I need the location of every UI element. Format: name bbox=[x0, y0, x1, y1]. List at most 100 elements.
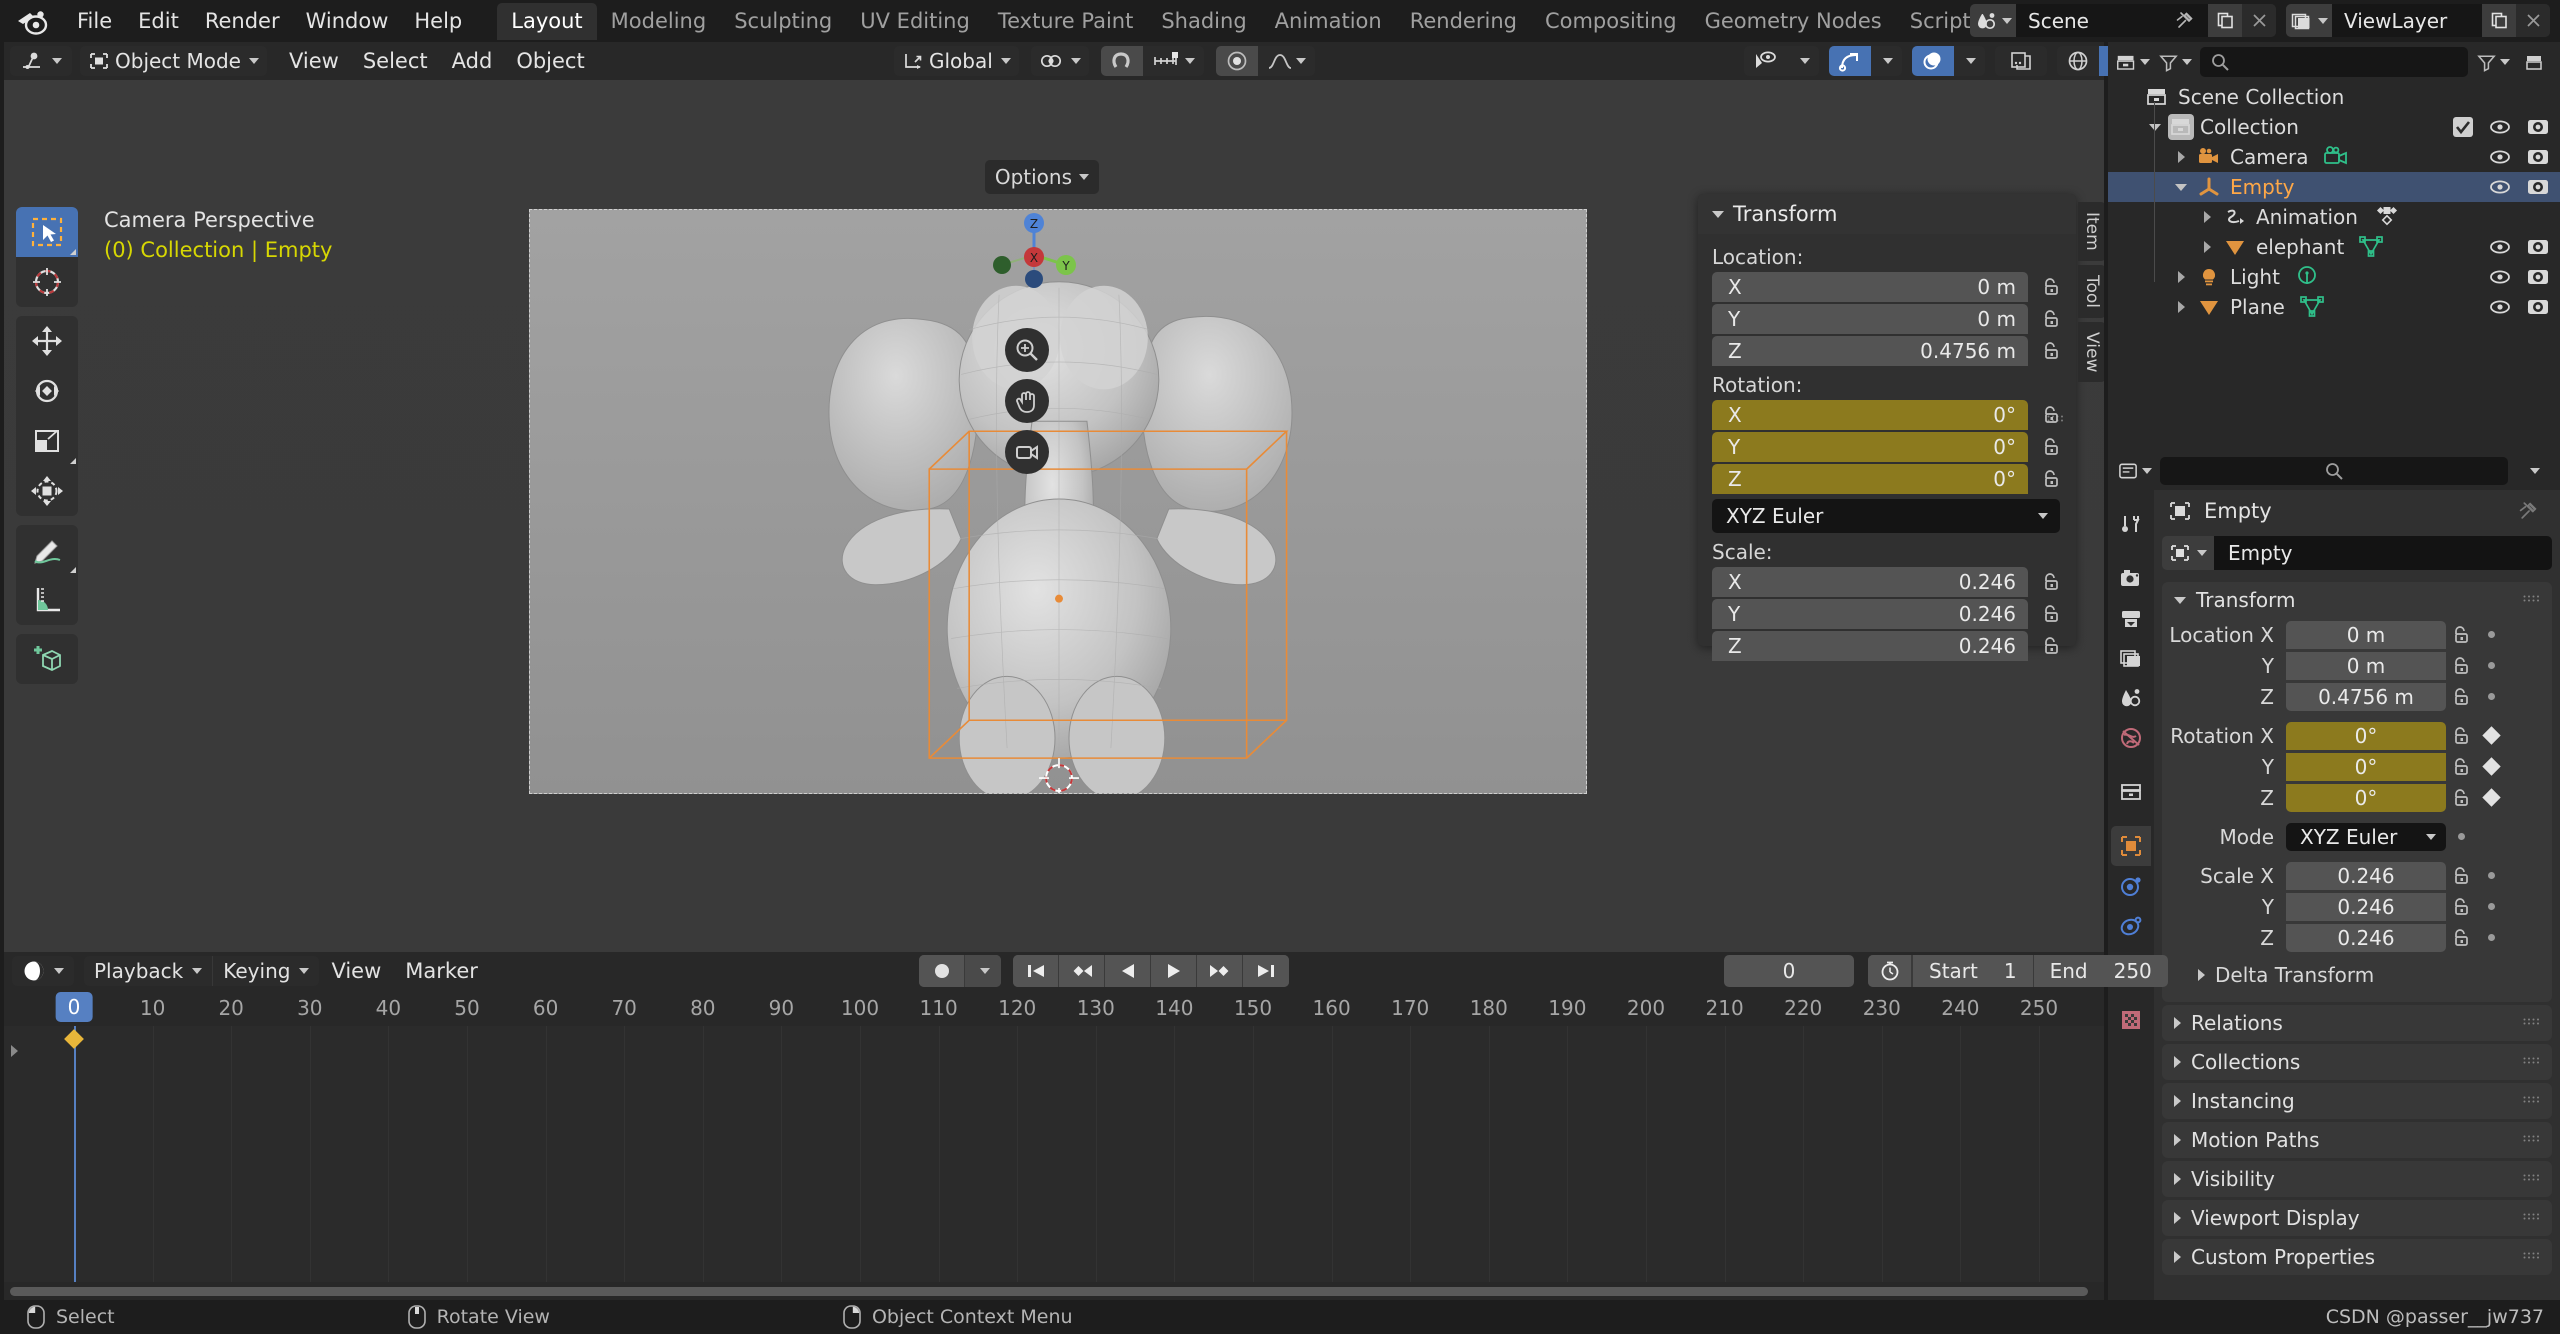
app-menu-edit[interactable]: Edit bbox=[125, 5, 192, 37]
unlocked-padlock-icon[interactable] bbox=[2038, 635, 2064, 657]
cursor-tool[interactable] bbox=[16, 257, 78, 307]
overlays-dropdown[interactable] bbox=[1954, 46, 1985, 76]
3d-viewport[interactable]: Camera Perspective (0) Collection | Empt… bbox=[4, 80, 2104, 952]
outliner-search-input[interactable] bbox=[2200, 47, 2468, 77]
unlocked-padlock-icon[interactable] bbox=[2038, 436, 2064, 458]
snap-increment-icon[interactable] bbox=[1142, 46, 1204, 76]
mesh-data-icon[interactable] bbox=[2358, 234, 2386, 260]
unlocked-padlock-icon[interactable] bbox=[2446, 725, 2476, 747]
rotate-tool[interactable] bbox=[16, 366, 78, 416]
npanel-field-x[interactable]: X 0.246 bbox=[1712, 567, 2028, 597]
transform-panel-header[interactable]: Transform bbox=[2162, 582, 2552, 618]
measure-tool[interactable] bbox=[16, 575, 78, 625]
render-visibility-icon[interactable] bbox=[2526, 297, 2550, 317]
unlocked-padlock-icon[interactable] bbox=[2446, 896, 2476, 918]
render-visibility-icon[interactable] bbox=[2526, 117, 2550, 137]
workspace-tab-layout[interactable]: Layout bbox=[497, 2, 597, 40]
outliner-row-collection[interactable]: Collection bbox=[2108, 112, 2560, 142]
viewport-menu-view[interactable]: View bbox=[277, 45, 351, 77]
timeline-playhead[interactable] bbox=[74, 1026, 76, 1282]
unlocked-padlock-icon[interactable] bbox=[2446, 787, 2476, 809]
disclosure-closed-icon[interactable] bbox=[2168, 301, 2194, 313]
disclosure-open-icon[interactable] bbox=[2142, 123, 2168, 131]
jump-to-prev-keyframe-icon[interactable] bbox=[1059, 955, 1105, 987]
unlocked-padlock-icon[interactable] bbox=[2038, 276, 2064, 298]
zoom-icon[interactable] bbox=[1005, 328, 1049, 372]
move-tool[interactable] bbox=[16, 316, 78, 366]
field-value[interactable]: 0.246 bbox=[2286, 892, 2446, 921]
viewlayer-name[interactable]: ViewLayer bbox=[2332, 4, 2482, 37]
viewport-sidebar-tab-view[interactable]: View bbox=[2078, 321, 2104, 383]
scene-selector[interactable]: Scene bbox=[1970, 4, 2276, 37]
disclosure-closed-icon[interactable] bbox=[2168, 151, 2194, 163]
unlocked-padlock-icon[interactable] bbox=[2446, 865, 2476, 887]
field-value[interactable]: 0.4756 m bbox=[2286, 682, 2446, 711]
stopwatch-icon[interactable] bbox=[1868, 955, 1912, 987]
disclosure-closed-icon[interactable] bbox=[2194, 211, 2220, 223]
rotation-mode-select[interactable]: XYZ Euler bbox=[2286, 822, 2446, 851]
workspace-tab-geometry-nodes[interactable]: Geometry Nodes bbox=[1691, 3, 1896, 40]
playback-popover[interactable]: Playback bbox=[84, 956, 212, 986]
outliner-display-mode-icon[interactable] bbox=[2116, 47, 2150, 77]
object-mode-selector[interactable]: Object Mode bbox=[80, 46, 267, 76]
npanel-field-z[interactable]: Z 0.246 bbox=[1712, 631, 2028, 661]
workspace-tab-compositing[interactable]: Compositing bbox=[1531, 3, 1691, 40]
transform-tool[interactable] bbox=[16, 466, 78, 516]
viewlayer-selector[interactable]: ViewLayer bbox=[2286, 4, 2550, 37]
keyframe-decorator[interactable] bbox=[2476, 726, 2506, 745]
timeline-playhead-label[interactable]: 0 bbox=[55, 992, 93, 1022]
texture-checker-icon[interactable] bbox=[2111, 1000, 2151, 1040]
timeline-marker-menu[interactable]: Marker bbox=[393, 955, 490, 987]
pan-hand-icon[interactable] bbox=[1005, 379, 1049, 423]
scale-tool[interactable] bbox=[16, 416, 78, 466]
outliner-filter-funnel-icon[interactable] bbox=[2476, 47, 2510, 77]
jump-to-end-icon[interactable] bbox=[1243, 955, 1289, 987]
npanel-field-y[interactable]: Y 0 m bbox=[1712, 304, 2028, 334]
animate-decorator[interactable] bbox=[2476, 662, 2506, 669]
npanel-rotation-mode-select[interactable]: XYZ Euler bbox=[1712, 499, 2060, 533]
timeline-editor[interactable]: Playback Keying View Marker 0 Start 1 En… bbox=[4, 952, 2168, 1300]
unlocked-padlock-icon[interactable] bbox=[2038, 571, 2064, 593]
shading-wireframe-icon[interactable] bbox=[2057, 46, 2099, 76]
animate-decorator[interactable] bbox=[2476, 903, 2506, 910]
workspace-tab-animation[interactable]: Animation bbox=[1261, 3, 1396, 40]
viewport-menu-object[interactable]: Object bbox=[504, 45, 596, 77]
mesh-data-icon[interactable] bbox=[2299, 294, 2327, 320]
play-icon[interactable] bbox=[1151, 955, 1197, 987]
field-value[interactable]: 0.246 bbox=[2286, 861, 2446, 890]
npanel-field-z[interactable]: Z 0° bbox=[1712, 464, 2028, 494]
field-value[interactable]: 0 m bbox=[2286, 651, 2446, 680]
unlocked-padlock-icon[interactable] bbox=[2038, 308, 2064, 330]
pivot-point-selector[interactable] bbox=[1030, 46, 1089, 76]
transform-orientation-selector[interactable]: Global bbox=[894, 46, 1019, 76]
xray-toggle-icon[interactable] bbox=[1995, 46, 2047, 76]
annotate-tool[interactable] bbox=[16, 525, 78, 575]
animate-decorator[interactable] bbox=[2476, 872, 2506, 879]
scene-cone-icon[interactable] bbox=[2111, 678, 2151, 718]
workspace-tab-modeling[interactable]: Modeling bbox=[597, 3, 721, 40]
scene-close-icon[interactable] bbox=[2242, 4, 2276, 37]
npanel-field-z[interactable]: Z 0.4756 m bbox=[1712, 336, 2028, 366]
field-value[interactable]: 0° bbox=[2286, 752, 2446, 781]
field-value[interactable]: 0.246 bbox=[2286, 923, 2446, 952]
animate-decorator[interactable] bbox=[2476, 631, 2506, 638]
animate-decorator[interactable] bbox=[2476, 693, 2506, 700]
properties-editor-type-icon[interactable] bbox=[2118, 456, 2152, 486]
eye-visibility-icon[interactable] bbox=[2488, 267, 2512, 287]
unlocked-padlock-icon[interactable] bbox=[2038, 340, 2064, 362]
keyframe-decorator[interactable] bbox=[2476, 788, 2506, 807]
object-visibility-group[interactable] bbox=[1744, 46, 1819, 76]
viewlayer-duplicate-icon[interactable] bbox=[2482, 4, 2516, 37]
tool-wrench-icon[interactable] bbox=[2111, 504, 2151, 544]
timeline-editor-icon[interactable] bbox=[12, 956, 74, 986]
blender-logo-icon[interactable] bbox=[16, 6, 50, 36]
field-value[interactable]: 0° bbox=[2286, 721, 2446, 750]
object-square-icon[interactable] bbox=[2162, 536, 2214, 570]
gizmo-dropdown[interactable] bbox=[1871, 46, 1902, 76]
render-visibility-icon[interactable] bbox=[2526, 147, 2550, 167]
workspace-tab-shading[interactable]: Shading bbox=[1147, 3, 1260, 40]
render-visibility-icon[interactable] bbox=[2526, 237, 2550, 257]
eye-visibility-icon[interactable] bbox=[2488, 237, 2512, 257]
camera-data-icon[interactable] bbox=[2323, 144, 2353, 170]
pin-icon[interactable] bbox=[2518, 501, 2538, 521]
